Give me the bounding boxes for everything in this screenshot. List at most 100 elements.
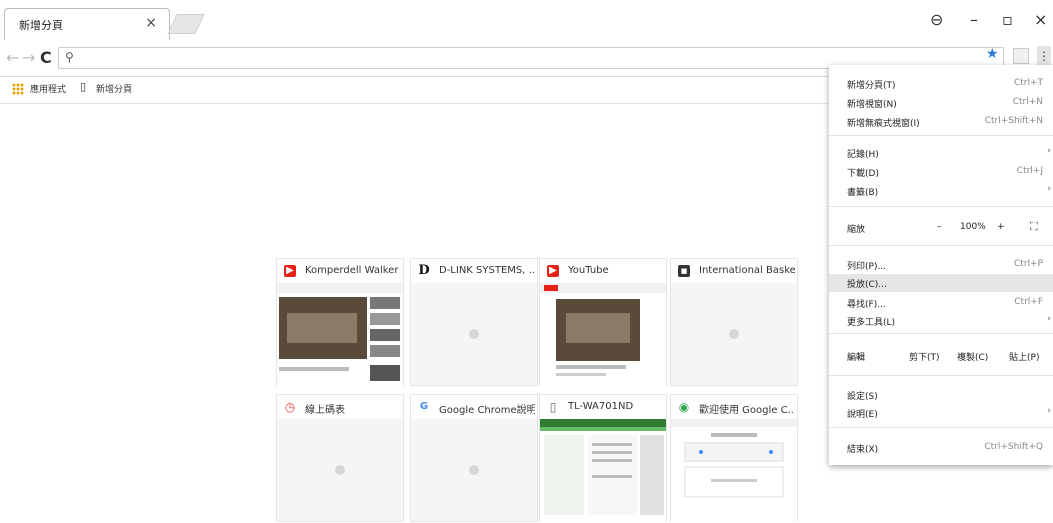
submenu-arrow-icon: › — [1047, 406, 1051, 416]
google-icon: G — [419, 401, 429, 412]
most-visited-tile[interactable]: ▯ TL-WA701ND — [539, 394, 667, 523]
close-icon[interactable]: × — [145, 15, 157, 31]
page-icon: ▯ — [80, 80, 87, 93]
placeholder-dot — [729, 329, 739, 339]
most-visited-tile[interactable]: ▶ YouTube — [539, 258, 667, 387]
menu-item-exit[interactable]: 結束(X) Ctrl+Shift+Q — [829, 439, 1053, 455]
fullscreen-icon[interactable]: ⛶ — [1030, 220, 1038, 234]
youtube-icon: ▶ — [284, 265, 296, 277]
tile-title: YouTube — [568, 265, 609, 276]
tile-thumbnail — [277, 283, 403, 387]
menu-shortcut: Ctrl+J — [1016, 166, 1043, 176]
menu-shortcut: Ctrl+N — [1012, 97, 1043, 107]
search-icon: ⚲ — [65, 50, 74, 64]
extension-icon[interactable] — [1013, 48, 1029, 64]
menu-shortcut: Ctrl+P — [1014, 259, 1043, 269]
menu-label: 列印(P)... — [847, 262, 887, 272]
menu-shortcut: Ctrl+Shift+N — [984, 116, 1043, 126]
menu-label: 新增分頁(T) — [847, 81, 896, 91]
menu-shortcut: Ctrl+T — [1013, 78, 1043, 88]
tile-thumbnail — [540, 283, 666, 387]
menu-item-bookmarks[interactable]: 書籤(B) › — [829, 182, 1053, 198]
placeholder-dot — [469, 329, 479, 339]
apps-grid-icon[interactable] — [12, 83, 24, 95]
menu-label: 新增視窗(N) — [847, 100, 897, 110]
tile-title: Komperdell Walker ... — [305, 265, 401, 276]
tile-thumbnail — [671, 419, 797, 523]
menu-label: 記錄(H) — [847, 150, 879, 160]
most-visited-tile[interactable]: D D-LINK SYSTEMS, ... — [410, 258, 538, 386]
page-icon: ▯ — [549, 400, 557, 414]
paste-button[interactable]: 貼上(P) — [1009, 350, 1039, 363]
menu-label: 下載(D) — [847, 169, 879, 179]
most-visited-tile[interactable]: ■ International Basket... — [670, 258, 798, 386]
menu-item-incognito[interactable]: 新增無痕式視窗(I) Ctrl+Shift+N — [829, 113, 1053, 129]
tile-title: 線上碼表 — [305, 405, 345, 416]
menu-item-settings[interactable]: 設定(S) — [829, 386, 1053, 402]
menu-label: 結束(X) — [847, 445, 879, 455]
dlink-icon: D — [418, 263, 430, 278]
tile-title: Google Chrome說明 — [439, 405, 535, 416]
menu-separator — [829, 245, 1053, 246]
menu-item-print[interactable]: 列印(P)... Ctrl+P — [829, 256, 1053, 272]
menu-label: 設定(S) — [847, 392, 878, 402]
placeholder-dot — [469, 465, 479, 475]
tile-thumbnail — [540, 419, 666, 523]
zoom-in-button[interactable]: + — [997, 222, 1005, 232]
chrome-icon: ◉ — [678, 400, 690, 414]
menu-item-new-tab[interactable]: 新增分頁(T) Ctrl+T — [829, 75, 1053, 91]
minimize-icon[interactable]: – — [970, 10, 978, 29]
menu-item-more-tools[interactable]: 更多工具(L) › — [829, 312, 1053, 328]
tab-new-tab[interactable]: 新增分頁 × — [4, 8, 170, 40]
menu-item-zoom: 縮放 – 100% + ⛶ — [829, 219, 1053, 235]
menu-item-new-window[interactable]: 新增視窗(N) Ctrl+N — [829, 94, 1053, 110]
menu-item-find[interactable]: 尋找(F)... Ctrl+F — [829, 294, 1053, 310]
placeholder-dot — [335, 465, 345, 475]
menu-separator — [829, 427, 1053, 428]
menu-separator — [829, 206, 1053, 207]
menu-label: 說明(E) — [847, 410, 878, 420]
menu-item-downloads[interactable]: 下載(D) Ctrl+J — [829, 163, 1053, 179]
menu-shortcut: Ctrl+Shift+Q — [984, 442, 1043, 452]
forward-icon[interactable]: → — [22, 48, 35, 67]
copy-button[interactable]: 複製(C) — [957, 350, 988, 363]
close-window-icon[interactable]: × — [1034, 10, 1047, 29]
zoom-out-button[interactable]: – — [937, 222, 942, 232]
profile-icon[interactable]: ⊖ — [930, 10, 943, 29]
submenu-arrow-icon: › — [1047, 184, 1051, 194]
new-tab-button[interactable] — [167, 14, 205, 34]
most-visited-tile[interactable]: ◷ 線上碼表 — [276, 394, 404, 522]
menu-label: 縮放 — [847, 225, 866, 235]
most-visited-tile[interactable]: G Google Chrome說明 — [410, 394, 538, 522]
menu-label: 投放(C)... — [847, 280, 887, 290]
youtube-icon: ▶ — [547, 265, 559, 277]
chrome-menu: 新增分頁(T) Ctrl+T 新增視窗(N) Ctrl+N 新增無痕式視窗(I) Ct… — [829, 65, 1053, 465]
submenu-arrow-icon: › — [1047, 314, 1051, 324]
cut-button[interactable]: 剪下(T) — [909, 350, 940, 363]
reload-icon[interactable]: C — [40, 48, 52, 67]
menu-button[interactable]: ⋮ — [1037, 46, 1051, 66]
most-visited-tile[interactable]: ◉ 歡迎使用 Google C... — [670, 394, 798, 523]
menu-separator — [829, 375, 1053, 376]
title-bar: 新增分頁 × ⊖ – ▫ × — [0, 0, 1053, 40]
tile-title: International Basket... — [699, 265, 795, 276]
back-icon[interactable]: ← — [6, 48, 19, 67]
menu-label: 尋找(F)... — [847, 300, 886, 310]
menu-shortcut: Ctrl+F — [1014, 297, 1043, 307]
submenu-arrow-icon: › — [1047, 146, 1051, 156]
bookmark-apps[interactable]: 應用程式 — [30, 82, 66, 95]
zoom-level: 100% — [960, 222, 986, 232]
bookmark-star-icon[interactable]: ★ — [986, 46, 999, 62]
tile-title: D-LINK SYSTEMS, ... — [439, 265, 535, 276]
bookmark-new-tab[interactable]: 新增分頁 — [96, 82, 132, 95]
menu-label: 新增無痕式視窗(I) — [847, 119, 920, 129]
menu-item-history[interactable]: 記錄(H) › — [829, 144, 1053, 160]
tile-title: 歡迎使用 Google C... — [699, 405, 795, 416]
tab-title: 新增分頁 — [19, 19, 63, 32]
menu-item-cast[interactable]: 投放(C)... — [829, 274, 1053, 292]
menu-item-help[interactable]: 說明(E) › — [829, 404, 1053, 420]
restore-icon[interactable]: ▫ — [1002, 10, 1013, 29]
menu-separator — [829, 333, 1053, 334]
most-visited-tile[interactable]: ▶ Komperdell Walker ... — [276, 258, 404, 387]
menu-separator — [829, 135, 1053, 136]
